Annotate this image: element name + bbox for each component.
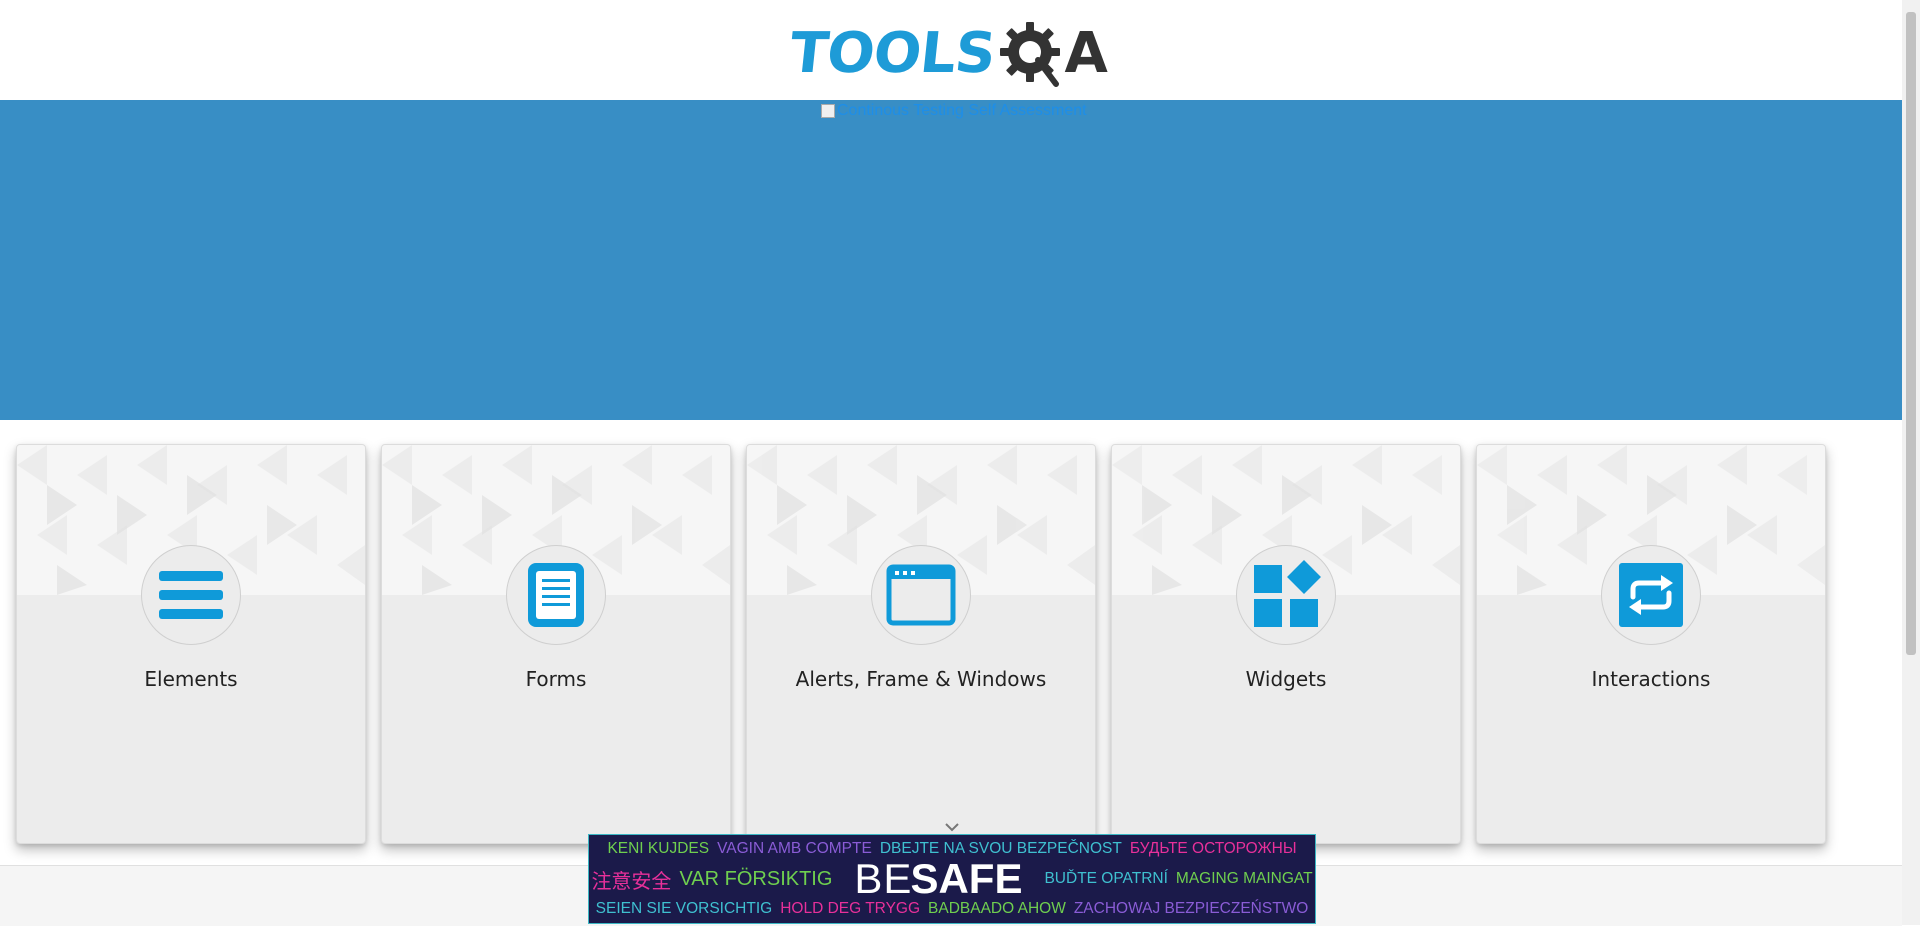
card-icon-circle — [1601, 545, 1701, 645]
card-icon-circle — [871, 545, 971, 645]
card-title: Elements — [144, 667, 238, 691]
toolsqa-logo[interactable]: TOOLS A — [786, 14, 1116, 94]
page-scrollbar[interactable] — [1902, 0, 1920, 925]
scrollbar-thumb[interactable] — [1906, 12, 1916, 655]
ad-row-3: SEIEN SIE VORSICHTIG HOLD DEG TRYGG BADB… — [589, 900, 1315, 918]
card-alerts-frame-windows[interactable]: Alerts, Frame & Windows — [746, 444, 1096, 844]
ad-text: MAGING MAINGAT — [1175, 870, 1313, 887]
card-title: Interactions — [1591, 667, 1711, 691]
card-title: Forms — [525, 667, 587, 691]
banner-image-link[interactable]: Continous Testing Self Assessment — [821, 102, 1087, 120]
chevron-down-icon[interactable] — [942, 821, 962, 833]
logo-suffix: A — [1064, 21, 1108, 86]
ad-text: SEIEN SIE VORSICHTIG — [595, 900, 773, 917]
banner-image-alt: Continous Testing Self Assessment — [837, 102, 1087, 119]
ad-row-2: 注意安全 VAR FÖRSIKTIG BE SAFE BUĎTE OPATRNÍ… — [589, 855, 1315, 903]
card-icon-circle — [1236, 545, 1336, 645]
ad-text: VAR FÖRSIKTIG — [679, 867, 833, 890]
card-interactions[interactable]: Interactions — [1476, 444, 1826, 844]
ad-text: BUĎTE OPATRNÍ — [1044, 870, 1168, 887]
card-widgets[interactable]: Widgets — [1111, 444, 1461, 844]
browser-window-icon — [886, 564, 956, 626]
repeat-arrows-icon — [1619, 563, 1683, 627]
logo-text: TOOLS — [786, 21, 998, 86]
ad-text: HOLD DEG TRYGG — [780, 900, 921, 917]
ad-banner[interactable]: KENI KUJDES VAGIN AMB COMPTE DBEJTE NA S… — [588, 823, 1316, 924]
widgets-blocks-icon — [1254, 560, 1321, 627]
ad-be: BE — [854, 855, 913, 902]
card-icon-circle — [506, 545, 606, 645]
banner: Continous Testing Self Assessment — [0, 100, 1902, 420]
card-icon-circle — [141, 545, 241, 645]
ad-text: 注意安全 — [591, 868, 672, 893]
card-forms[interactable]: Forms — [381, 444, 731, 844]
gear-magnifier-icon — [1000, 22, 1061, 87]
ad-text: BADBAADO AHOW — [928, 900, 1066, 917]
hamburger-list-icon — [159, 571, 223, 619]
ad-text: ZACHOWAJ BEZPIECZEŃSTWO — [1073, 900, 1309, 917]
card-title: Alerts, Frame & Windows — [795, 667, 1047, 691]
site-header: TOOLS A — [0, 0, 1902, 100]
broken-image-icon — [821, 104, 835, 118]
card-title: Widgets — [1245, 667, 1327, 691]
card-elements[interactable]: Elements — [16, 444, 366, 844]
ad-safe: SAFE — [910, 855, 1023, 902]
document-form-icon — [528, 563, 584, 627]
